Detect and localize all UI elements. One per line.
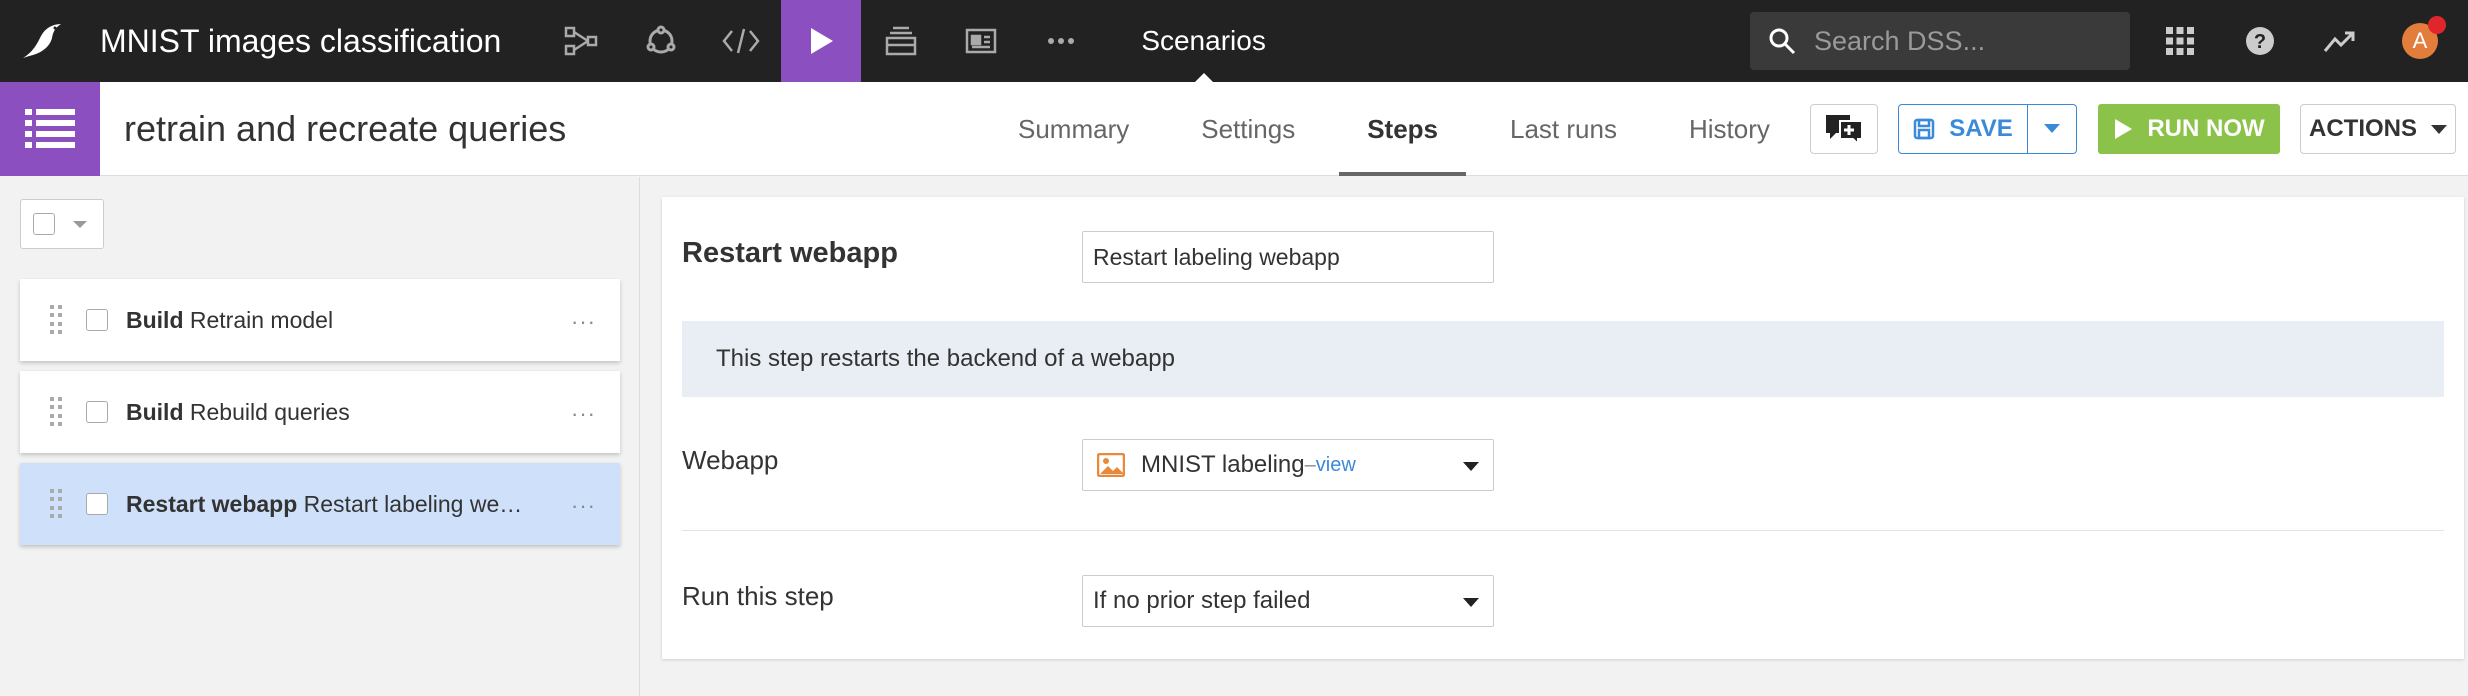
step-name-value: Restart labeling webapp [1093, 243, 1340, 270]
step-checkbox[interactable] [86, 309, 108, 331]
step-label: Build Rebuild queries [126, 399, 526, 426]
chevron-down-icon [1463, 462, 1479, 471]
actions-button[interactable]: ACTIONS [2300, 104, 2456, 154]
tab-steps[interactable]: Steps [1339, 82, 1466, 176]
run-condition-value: If no prior step failed [1093, 587, 1311, 614]
search-input[interactable]: Search DSS... [1750, 12, 2130, 70]
trend-icon[interactable] [2300, 0, 2380, 82]
nav-scenarios-label: Scenarios [1141, 25, 1266, 56]
play-icon [2115, 119, 2133, 139]
step-type: Build [126, 398, 184, 425]
drag-handle-icon[interactable] [50, 397, 64, 427]
run-now-button[interactable]: RUN NOW [2098, 104, 2280, 154]
chevron-down-icon [1463, 598, 1479, 607]
tab-settings[interactable]: Settings [1173, 82, 1323, 176]
step-type-heading: Restart webapp [682, 237, 898, 269]
tab-history[interactable]: History [1661, 82, 1798, 176]
more-icon[interactable]: ··· [571, 493, 596, 519]
webapp-separator: – [1304, 453, 1316, 476]
select-all-dropdown[interactable] [20, 199, 104, 249]
webapp-select[interactable]: MNIST labeling – view [1082, 439, 1494, 491]
step-label: Restart webapp Restart labeling web… [126, 491, 526, 518]
webapp-label: Webapp [682, 445, 779, 475]
run-now-label: RUN NOW [2147, 115, 2265, 142]
run-condition-select[interactable]: If no prior step failed [1082, 575, 1494, 627]
step-name: Rebuild queries [189, 398, 350, 425]
discussions-icon [1826, 115, 1863, 147]
user-menu[interactable]: A [2380, 0, 2460, 82]
code-icon[interactable] [701, 0, 781, 82]
step-name: Restart labeling web… [303, 490, 526, 517]
chevron-down-icon [73, 220, 87, 228]
search-placeholder: Search DSS... [1814, 25, 1986, 56]
step-item[interactable]: Build Retrain model ··· [20, 279, 620, 361]
more-icon[interactable]: ··· [571, 309, 596, 335]
dashboard-icon[interactable] [941, 0, 1021, 82]
flow-icon[interactable] [541, 0, 621, 82]
actions-label: ACTIONS [2309, 115, 2417, 142]
nav-scenarios[interactable]: Scenarios [1141, 0, 1266, 83]
save-label: SAVE [1949, 115, 2013, 142]
drag-handle-icon[interactable] [50, 305, 64, 335]
more-icon[interactable] [1021, 0, 1101, 82]
drag-handle-icon[interactable] [50, 489, 64, 519]
step-info-text: This step restarts the backend of a weba… [716, 345, 1175, 372]
apps-grid-icon[interactable] [2140, 0, 2220, 82]
step-type: Restart webapp [126, 490, 298, 517]
webapp-view-link[interactable]: view [1316, 454, 1356, 477]
scenario-title[interactable]: retrain and recreate queries [124, 108, 566, 150]
notification-badge [2428, 16, 2446, 34]
webapp-value: MNIST labeling [1141, 451, 1305, 478]
help-icon[interactable]: ? [2220, 0, 2300, 82]
top-navbar: MNIST images classification Scenarios Se… [0, 0, 2468, 83]
step-info-banner: This step restarts the backend of a weba… [682, 321, 2444, 397]
step-detail-card: Restart webapp Restart labeling webapp T… [662, 197, 2464, 659]
jobs-icon[interactable] [861, 0, 941, 82]
svg-text:?: ? [2254, 31, 2266, 53]
chevron-down-icon [2431, 124, 2447, 134]
step-label: Build Retrain model [126, 307, 526, 334]
scenario-list-icon[interactable] [0, 81, 100, 176]
select-all-checkbox[interactable] [33, 213, 55, 235]
lab-icon[interactable] [621, 0, 701, 82]
save-dropdown-button[interactable] [2028, 104, 2077, 154]
tab-last-runs[interactable]: Last runs [1482, 82, 1645, 176]
webapp-image-icon [1097, 453, 1125, 477]
dss-logo-icon[interactable] [0, 0, 82, 82]
scenario-header: retrain and recreate queries Summary Set… [0, 81, 2468, 176]
step-type: Build [126, 306, 184, 333]
step-item[interactable]: Build Rebuild queries ··· [20, 371, 620, 453]
step-item-selected[interactable]: Restart webapp Restart labeling web… ··· [20, 463, 620, 545]
step-name-input[interactable]: Restart labeling webapp [1082, 231, 1494, 283]
more-icon[interactable]: ··· [571, 401, 596, 427]
scenario-tabs: Summary Settings Steps Last runs History [990, 82, 1814, 176]
play-icon[interactable] [781, 0, 862, 82]
chevron-down-icon [2044, 124, 2060, 133]
tab-summary[interactable]: Summary [990, 82, 1157, 176]
steps-list-panel: Build Retrain model ··· Build Rebuild qu… [0, 177, 640, 696]
step-checkbox[interactable] [86, 493, 108, 515]
save-icon [1913, 118, 1935, 140]
search-icon [1769, 28, 1796, 55]
project-title[interactable]: MNIST images classification [100, 23, 501, 60]
discussions-button[interactable] [1810, 104, 1878, 154]
divider [682, 530, 2444, 531]
step-name: Retrain model [189, 306, 334, 333]
run-condition-label: Run this step [682, 581, 834, 611]
step-checkbox[interactable] [86, 401, 108, 423]
save-button[interactable]: SAVE [1898, 104, 2028, 154]
